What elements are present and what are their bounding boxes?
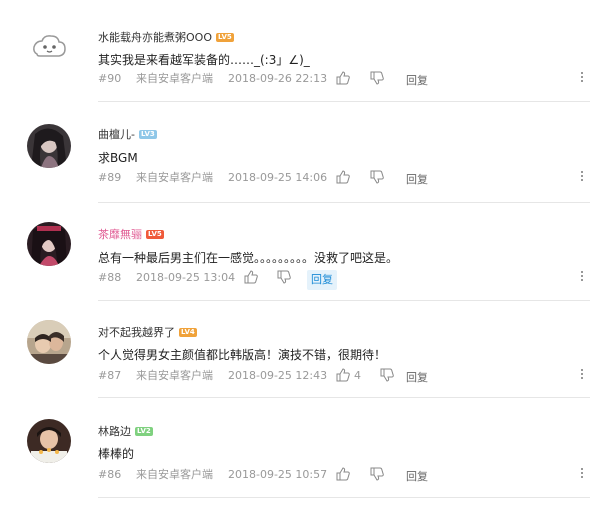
level-badge: LV5 xyxy=(146,229,164,239)
thumbs-up-icon[interactable] xyxy=(336,71,350,85)
username-text[interactable]: 曲檀儿- xyxy=(98,126,135,142)
avatar[interactable] xyxy=(27,124,71,168)
more-options-icon[interactable] xyxy=(580,171,584,185)
more-options-icon[interactable] xyxy=(580,72,584,86)
avatar-default-face-icon[interactable] xyxy=(27,26,71,70)
timestamp: 2018-09-26 22:13 xyxy=(228,72,328,85)
floor-number: #87 xyxy=(98,369,122,382)
username-text[interactable]: 对不起我越界了 xyxy=(98,324,175,340)
divider xyxy=(98,497,590,498)
comment-meta: #87 来自安卓客户端 2018-09-25 12:43 4 回复 xyxy=(98,368,590,384)
reply-button[interactable]: 回复 xyxy=(402,368,432,388)
comment-list: 水能载舟亦能煮粥OOO LV5 其实我是来看越军装备的……_(:3」∠)_ #9… xyxy=(0,0,600,513)
floor-number: #89 xyxy=(98,171,122,184)
divider xyxy=(98,300,590,301)
username[interactable]: 茶靡無骊 LV5 xyxy=(98,226,164,242)
comment-text: 其实我是来看越军装备的……_(:3」∠)_ xyxy=(98,53,310,67)
timestamp: 2018-09-25 14:06 xyxy=(228,171,328,184)
comment-meta: #89 来自安卓客户端 2018-09-25 14:06 回复 xyxy=(98,170,590,186)
more-options-icon[interactable] xyxy=(580,468,584,482)
thumbs-down-icon[interactable] xyxy=(370,71,384,85)
avatar[interactable] xyxy=(27,222,71,266)
username-text[interactable]: 水能载舟亦能煮粥OOO xyxy=(98,29,212,45)
thumbs-down-icon[interactable] xyxy=(380,368,394,382)
source-label: 来自安卓客户端 xyxy=(136,171,213,184)
comment-text: 个人觉得男女主颜值都比韩版高！演技不错，很期待！ xyxy=(98,348,387,362)
source-label: 来自安卓客户端 xyxy=(136,369,213,382)
floor-number: #88 xyxy=(98,271,122,284)
more-options-icon[interactable] xyxy=(580,369,584,383)
reply-button[interactable]: 回复 xyxy=(402,170,432,190)
more-options-icon[interactable] xyxy=(580,271,584,285)
username[interactable]: 林路边 LV2 xyxy=(98,423,153,439)
username[interactable]: 曲檀儿- LV3 xyxy=(98,126,157,142)
timestamp: 2018-09-25 10:57 xyxy=(228,468,328,481)
comment-meta: #88 2018-09-25 13:04 回复 xyxy=(98,270,590,290)
username[interactable]: 对不起我越界了 LV4 xyxy=(98,324,197,340)
thumbs-up-icon[interactable] xyxy=(336,368,350,382)
level-badge: LV3 xyxy=(138,129,157,139)
username-text[interactable]: 林路边 xyxy=(98,423,131,439)
floor-number: #90 xyxy=(98,72,122,85)
timestamp: 2018-09-25 12:43 xyxy=(228,369,328,382)
thumbs-up-icon[interactable] xyxy=(244,270,258,284)
source-label: 来自安卓客户端 xyxy=(136,468,213,481)
divider xyxy=(98,101,590,102)
level-badge: LV4 xyxy=(179,327,197,337)
thumbs-down-icon[interactable] xyxy=(370,467,384,481)
username[interactable]: 水能载舟亦能煮粥OOO LV5 xyxy=(98,29,234,45)
reply-button[interactable]: 回复 xyxy=(307,270,337,290)
level-badge: LV5 xyxy=(215,32,234,42)
thumbs-down-icon[interactable] xyxy=(277,270,291,284)
thumbs-up-icon[interactable] xyxy=(336,170,350,184)
comment-text: 棒棒的 xyxy=(98,447,135,461)
comment-meta: #90 来自安卓客户端 2018-09-26 22:13 回复 xyxy=(98,71,590,87)
divider xyxy=(98,397,590,398)
comment-text: 总有一种最后男主们在一感觉。。。。。。。。。没救了吧这是。 xyxy=(98,251,399,265)
avatar[interactable] xyxy=(27,419,71,463)
thumbs-up-icon[interactable] xyxy=(336,467,350,481)
source-label: 来自安卓客户端 xyxy=(136,72,213,85)
like-count: 4 xyxy=(354,369,361,382)
username-text[interactable]: 茶靡無骊 xyxy=(98,226,142,242)
floor-number: #86 xyxy=(98,468,122,481)
level-badge: LV2 xyxy=(135,426,153,436)
comment-meta: #86 来自安卓客户端 2018-09-25 10:57 回复 xyxy=(98,467,590,483)
divider xyxy=(98,202,590,203)
thumbs-down-icon[interactable] xyxy=(370,170,384,184)
reply-button[interactable]: 回复 xyxy=(402,71,432,91)
timestamp: 2018-09-25 13:04 xyxy=(136,271,236,284)
avatar[interactable] xyxy=(27,320,71,364)
reply-button[interactable]: 回复 xyxy=(402,467,432,487)
comment-text: 求BGM xyxy=(98,151,138,165)
